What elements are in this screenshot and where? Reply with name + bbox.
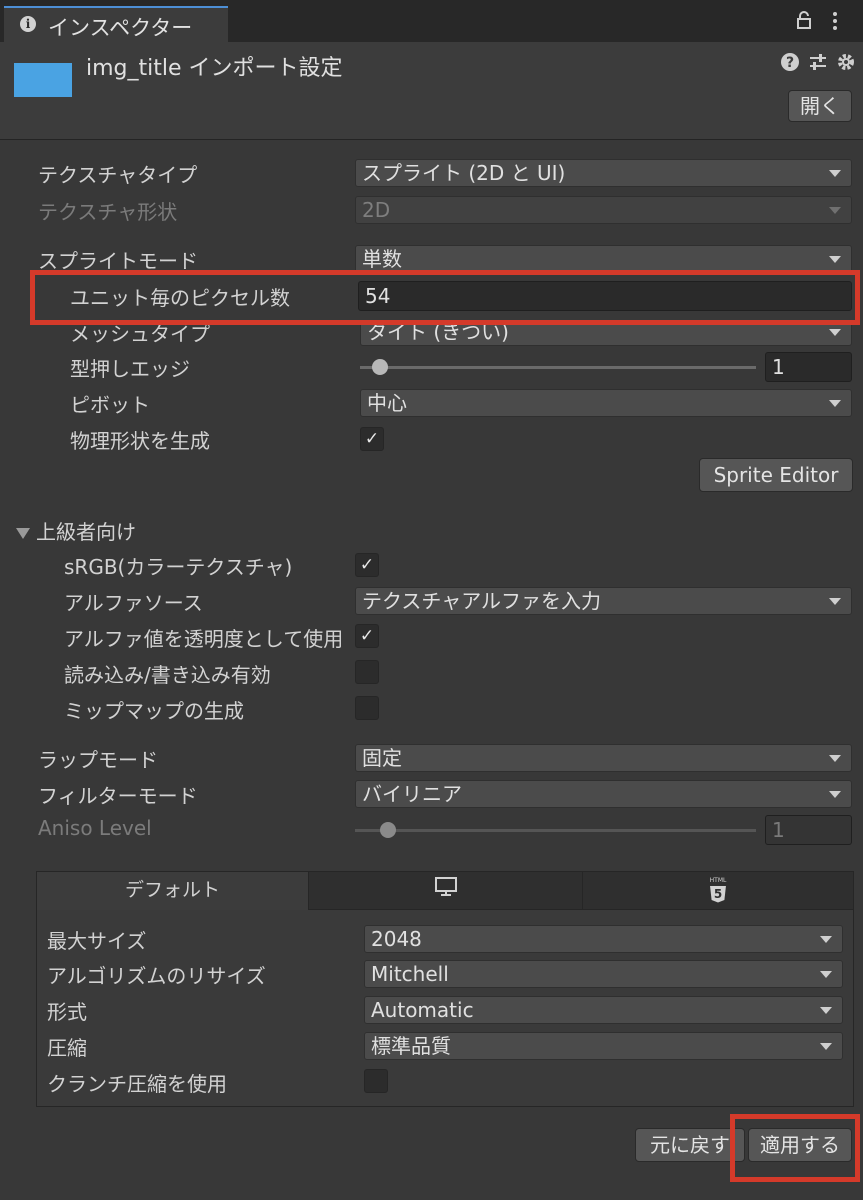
- read-write-checkbox[interactable]: [355, 660, 379, 684]
- texture-shape-value: 2D: [362, 198, 391, 222]
- highlight-apply: [730, 1114, 860, 1182]
- aniso-level-label: Aniso Level: [38, 816, 152, 840]
- tab-inspector-label: インスペクター: [48, 16, 193, 40]
- wrap-mode-value: 固定: [362, 746, 402, 770]
- aniso-slider-handle: [380, 822, 396, 838]
- filter-mode-dropdown[interactable]: バイリニア: [355, 780, 852, 808]
- physics-shape-checkbox[interactable]: ✓: [360, 427, 384, 451]
- chevron-down-icon: [820, 1043, 832, 1050]
- extrude-input[interactable]: 1: [765, 352, 852, 382]
- sprite-mode-dropdown[interactable]: 単数: [355, 245, 852, 273]
- resize-algorithm-dropdown[interactable]: Mitchell: [364, 960, 843, 988]
- advanced-header: 上級者向け: [36, 520, 136, 544]
- pivot-label: ピボット: [70, 393, 150, 417]
- help-icon[interactable]: ?: [780, 52, 800, 77]
- texture-type-dropdown[interactable]: スプライト (2D と UI): [355, 159, 852, 187]
- aniso-input: 1: [765, 815, 852, 845]
- chevron-down-icon: [829, 207, 841, 214]
- format-dropdown[interactable]: Automatic: [364, 996, 843, 1024]
- alpha-source-value: テクスチャアルファを入力: [362, 589, 601, 613]
- open-button[interactable]: 開く: [788, 90, 852, 122]
- srgb-checkbox[interactable]: ✓: [355, 553, 379, 577]
- format-value: Automatic: [371, 998, 474, 1022]
- svg-text:?: ?: [786, 55, 794, 71]
- advanced-foldout[interactable]: 上級者向け: [16, 516, 216, 544]
- highlight-ppu: [30, 270, 860, 325]
- tab-bar: i インスペクター: [0, 0, 863, 42]
- compression-label: 圧縮: [47, 1036, 87, 1060]
- format-label: 形式: [47, 1000, 87, 1024]
- filter-mode-label: フィルターモード: [38, 784, 198, 808]
- srgb-label: sRGB(カラーテクスチャ): [64, 555, 293, 579]
- chevron-down-icon: [829, 400, 841, 407]
- menu-icon[interactable]: [830, 10, 840, 32]
- max-size-value: 2048: [371, 927, 422, 951]
- mipmap-label: ミップマップの生成: [64, 699, 244, 723]
- pivot-dropdown[interactable]: 中心: [360, 389, 852, 417]
- chevron-down-icon: [829, 755, 841, 762]
- asset-thumbnail: [14, 63, 72, 97]
- html5-icon-digit: 5: [713, 886, 723, 901]
- extrude-slider-track[interactable]: [360, 366, 756, 369]
- alpha-source-label: アルファソース: [64, 591, 203, 615]
- tab-default[interactable]: デフォルト: [37, 872, 309, 910]
- texture-type-value: スプライト (2D と UI): [362, 161, 566, 185]
- filter-mode-value: バイリニア: [362, 782, 462, 806]
- chevron-down-icon: [829, 256, 841, 263]
- info-icon: i: [20, 16, 36, 32]
- max-size-dropdown[interactable]: 2048: [364, 925, 843, 953]
- asset-header: img_title インポート設定 ? 開く: [0, 42, 863, 140]
- sprite-editor-button[interactable]: Sprite Editor: [699, 458, 853, 492]
- texture-shape-label: テクスチャ形状: [38, 200, 178, 224]
- chevron-down-icon: [820, 936, 832, 943]
- crunch-compression-checkbox[interactable]: [364, 1069, 388, 1093]
- triangle-down-icon: [16, 528, 30, 539]
- gear-icon[interactable]: [836, 52, 856, 77]
- read-write-label: 読み込み/書き込み有効: [64, 663, 271, 687]
- texture-shape-dropdown: 2D: [355, 196, 852, 224]
- extrude-slider-handle[interactable]: [372, 359, 388, 375]
- html5-icon: HTML 5: [708, 876, 728, 904]
- revert-button[interactable]: 元に戻す: [635, 1128, 745, 1162]
- lock-icon[interactable]: [796, 10, 812, 30]
- alpha-transparency-checkbox[interactable]: ✓: [355, 624, 379, 648]
- preset-icon[interactable]: [808, 52, 828, 77]
- chevron-down-icon: [820, 971, 832, 978]
- chevron-down-icon: [829, 170, 841, 177]
- tab-standalone[interactable]: [309, 872, 583, 910]
- wrap-mode-dropdown[interactable]: 固定: [355, 744, 852, 772]
- compression-value: 標準品質: [371, 1034, 451, 1058]
- texture-type-label: テクスチャタイプ: [38, 163, 198, 187]
- crunch-compression-label: クランチ圧縮を使用: [47, 1072, 227, 1096]
- wrap-mode-label: ラップモード: [38, 748, 158, 772]
- mipmap-checkbox[interactable]: [355, 696, 379, 720]
- alpha-transparency-text: アルファ値を透明度として使用: [64, 627, 344, 651]
- alpha-transparency-label: アルファ値を透明度として使用: [64, 623, 354, 652]
- max-size-label: 最大サイズ: [47, 929, 147, 953]
- tab-webgl[interactable]: HTML 5: [583, 872, 853, 910]
- chevron-down-icon: [829, 598, 841, 605]
- chevron-down-icon: [829, 791, 841, 798]
- resize-algorithm-label: アルゴリズムのリサイズ: [47, 964, 266, 988]
- sprite-mode-value: 単数: [362, 247, 402, 271]
- asset-title: img_title インポート設定: [86, 56, 343, 81]
- resize-algorithm-value: Mitchell: [371, 962, 449, 986]
- extrude-label: 型押しエッジ: [70, 357, 190, 381]
- pivot-value: 中心: [367, 391, 407, 415]
- aniso-slider-track: [355, 829, 756, 832]
- compression-dropdown[interactable]: 標準品質: [364, 1032, 843, 1060]
- physics-shape-label: 物理形状を生成: [70, 429, 210, 453]
- html5-icon-text: HTML: [709, 876, 727, 884]
- monitor-icon: [434, 873, 457, 909]
- alpha-source-dropdown[interactable]: テクスチャアルファを入力: [355, 587, 852, 615]
- tab-inspector[interactable]: i インスペクター: [4, 6, 228, 42]
- chevron-down-icon: [829, 329, 841, 336]
- chevron-down-icon: [820, 1007, 832, 1014]
